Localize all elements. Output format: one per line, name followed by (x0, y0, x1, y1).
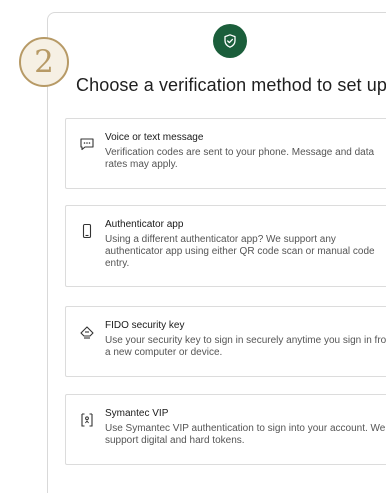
option-symantec-vip[interactable]: Symantec VIP Use Symantec VIP authentica… (65, 394, 386, 465)
option-title: Symantec VIP (105, 408, 169, 419)
option-text: Symantec VIP Use Symantec VIP authentica… (105, 408, 386, 447)
option-voice-text-message[interactable]: Voice or text message Verification codes… (65, 118, 386, 189)
smartphone-icon (79, 223, 95, 239)
shield-check-icon (213, 24, 247, 58)
option-text: FIDO security key Use your security key … (105, 320, 386, 359)
step-badge: 2 (19, 37, 69, 87)
option-title: Voice or text message (105, 132, 204, 143)
option-authenticator-app[interactable]: Authenticator app Using a different auth… (65, 205, 386, 287)
option-description: Using a different authenticator app? We … (105, 234, 375, 269)
option-title: FIDO security key (105, 320, 185, 331)
symantec-vip-icon (79, 412, 95, 428)
option-description: Use Symantec VIP authentication to sign … (105, 423, 386, 446)
step-number: 2 (34, 43, 54, 80)
message-bubble-icon (79, 136, 95, 152)
option-fido-security-key[interactable]: FIDO security key Use your security key … (65, 306, 386, 377)
option-text: Authenticator app Using a different auth… (105, 219, 386, 270)
page-title: Choose a verification method to set up (76, 75, 386, 95)
shield-check-glyph (224, 34, 236, 48)
security-key-icon (79, 324, 95, 340)
page: 2 Choose a verification method to set up… (0, 0, 386, 493)
option-description: Use your security key to sign in securel… (105, 335, 386, 358)
option-title: Authenticator app (105, 219, 184, 230)
option-description: Verification codes are sent to your phon… (105, 147, 375, 170)
option-text: Voice or text message Verification codes… (105, 132, 386, 171)
